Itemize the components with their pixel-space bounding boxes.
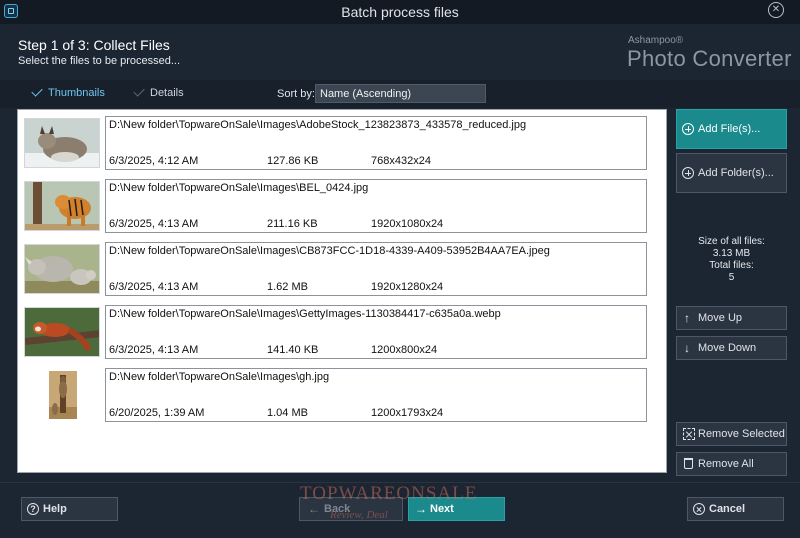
sort-label: Sort by: (277, 88, 315, 100)
trash-icon (684, 458, 693, 469)
file-date: 6/3/2025, 4:13 AM (109, 218, 199, 230)
file-path: D:\New folder\TopwareOnSale\Images\Adobe… (109, 119, 527, 131)
help-icon: ? (27, 503, 39, 515)
file-path: D:\New folder\TopwareOnSale\Images\Getty… (109, 308, 501, 320)
arrow-left-icon: ← (308, 502, 320, 516)
file-size: 141.40 KB (267, 344, 319, 356)
file-info-box[interactable]: D:\New folder\TopwareOnSale\Images\BEL_0… (105, 179, 647, 233)
file-dimensions: 768x432x24 (371, 155, 431, 167)
add-folder-button[interactable]: Add Folder(s)... (676, 153, 787, 193)
move-down-button[interactable]: ↓ Move Down (676, 336, 787, 360)
total-value: 5 (728, 272, 735, 283)
back-label: Back (324, 503, 351, 515)
cancel-icon (693, 503, 705, 515)
add-folder-label: Add Folder(s)... (698, 167, 774, 179)
file-path: D:\New folder\TopwareOnSale\Images\gh.jp… (109, 371, 330, 383)
view-details-toggle[interactable]: Details (133, 85, 184, 99)
file-row[interactable]: D:\New folder\TopwareOnSale\Images\gh.jp… (24, 368, 648, 424)
close-icon[interactable]: ✕ (768, 2, 784, 18)
file-size: 211.16 KB (267, 218, 318, 230)
remove-all-label: Remove All (698, 458, 754, 470)
arrow-down-icon: ↓ (684, 341, 690, 355)
thumbnail-meerkat (24, 370, 100, 420)
cancel-label: Cancel (709, 503, 746, 515)
file-dimensions: 1200x800x24 (371, 344, 438, 356)
file-date: 6/3/2025, 4:12 AM (109, 155, 199, 167)
file-info-box[interactable]: D:\New folder\TopwareOnSale\Images\gh.jp… (105, 368, 647, 422)
plus-circle-icon (682, 167, 694, 179)
view-thumbnails-label: Thumbnails (48, 87, 105, 99)
size-value: 3.13 MB (712, 248, 751, 259)
footer-divider (0, 482, 800, 483)
check-icon (31, 85, 43, 97)
move-up-button[interactable]: ↑ Move Up (676, 306, 787, 330)
thumbnail-red-panda (24, 307, 100, 357)
help-button[interactable]: ? Help (21, 497, 118, 521)
file-path: D:\New folder\TopwareOnSale\Images\CB873… (109, 245, 550, 257)
file-path: D:\New folder\TopwareOnSale\Images\BEL_0… (109, 182, 369, 194)
sort-dropdown[interactable]: Name (Ascending) (315, 84, 486, 103)
arrow-up-icon: ↑ (684, 311, 690, 325)
file-size: 1.04 MB (267, 407, 308, 419)
remove-selected-label: Remove Selected (698, 428, 785, 440)
check-icon (133, 85, 145, 97)
file-list[interactable]: D:\New folder\TopwareOnSale\Images\Adobe… (17, 109, 667, 473)
thumbnail-rhino (24, 244, 100, 294)
file-row[interactable]: D:\New folder\TopwareOnSale\Images\Getty… (24, 305, 648, 361)
brand-product: Photo Converter (627, 46, 792, 71)
step-title: Step 1 of 3: Collect Files (18, 37, 170, 53)
next-label: Next (430, 503, 454, 515)
window-title: Batch process files (341, 4, 459, 20)
file-info-box[interactable]: D:\New folder\TopwareOnSale\Images\Adobe… (105, 116, 647, 170)
remove-selection-icon (683, 428, 695, 440)
view-thumbnails-toggle[interactable]: Thumbnails (31, 85, 105, 99)
arrow-right-icon: → (415, 502, 427, 516)
file-size: 127.86 KB (267, 155, 319, 167)
thumbnail-lynx (24, 118, 100, 168)
remove-selected-button[interactable]: Remove Selected (676, 422, 787, 446)
add-files-label: Add File(s)... (698, 123, 761, 135)
file-row[interactable]: D:\New folder\TopwareOnSale\Images\CB873… (24, 242, 648, 298)
cancel-button[interactable]: Cancel (687, 497, 784, 521)
total-label: Total files: (709, 260, 754, 271)
step-subtitle: Select the files to be processed... (18, 55, 181, 67)
file-date: 6/3/2025, 4:13 AM (109, 281, 199, 293)
size-summary: Size of all files: 3.13 MB Total files: … (676, 236, 787, 284)
help-label: Help (43, 503, 67, 515)
add-files-button[interactable]: Add File(s)... (676, 109, 787, 149)
file-size: 1.62 MB (267, 281, 308, 293)
file-date: 6/20/2025, 1:39 AM (109, 407, 205, 419)
move-up-label: Move Up (698, 312, 743, 324)
remove-all-button[interactable]: Remove All (676, 452, 787, 476)
file-info-box[interactable]: D:\New folder\TopwareOnSale\Images\CB873… (105, 242, 647, 296)
file-info-box[interactable]: D:\New folder\TopwareOnSale\Images\Getty… (105, 305, 647, 359)
brand-vendor: Ashampoo® (628, 35, 684, 46)
next-button[interactable]: → Next (408, 497, 505, 521)
file-row[interactable]: D:\New folder\TopwareOnSale\Images\BEL_0… (24, 179, 648, 235)
file-dimensions: 1200x1793x24 (371, 407, 444, 419)
view-details-label: Details (150, 87, 184, 99)
move-down-label: Move Down (698, 342, 757, 354)
file-dimensions: 1920x1280x24 (371, 281, 444, 293)
plus-circle-icon (682, 123, 694, 135)
file-dimensions: 1920x1080x24 (371, 218, 444, 230)
size-label: Size of all files: (698, 236, 765, 247)
file-date: 6/3/2025, 4:13 AM (109, 344, 199, 356)
file-row[interactable]: D:\New folder\TopwareOnSale\Images\Adobe… (24, 116, 648, 172)
thumbnail-tiger (24, 181, 100, 231)
back-button[interactable]: ← Back (299, 497, 403, 521)
